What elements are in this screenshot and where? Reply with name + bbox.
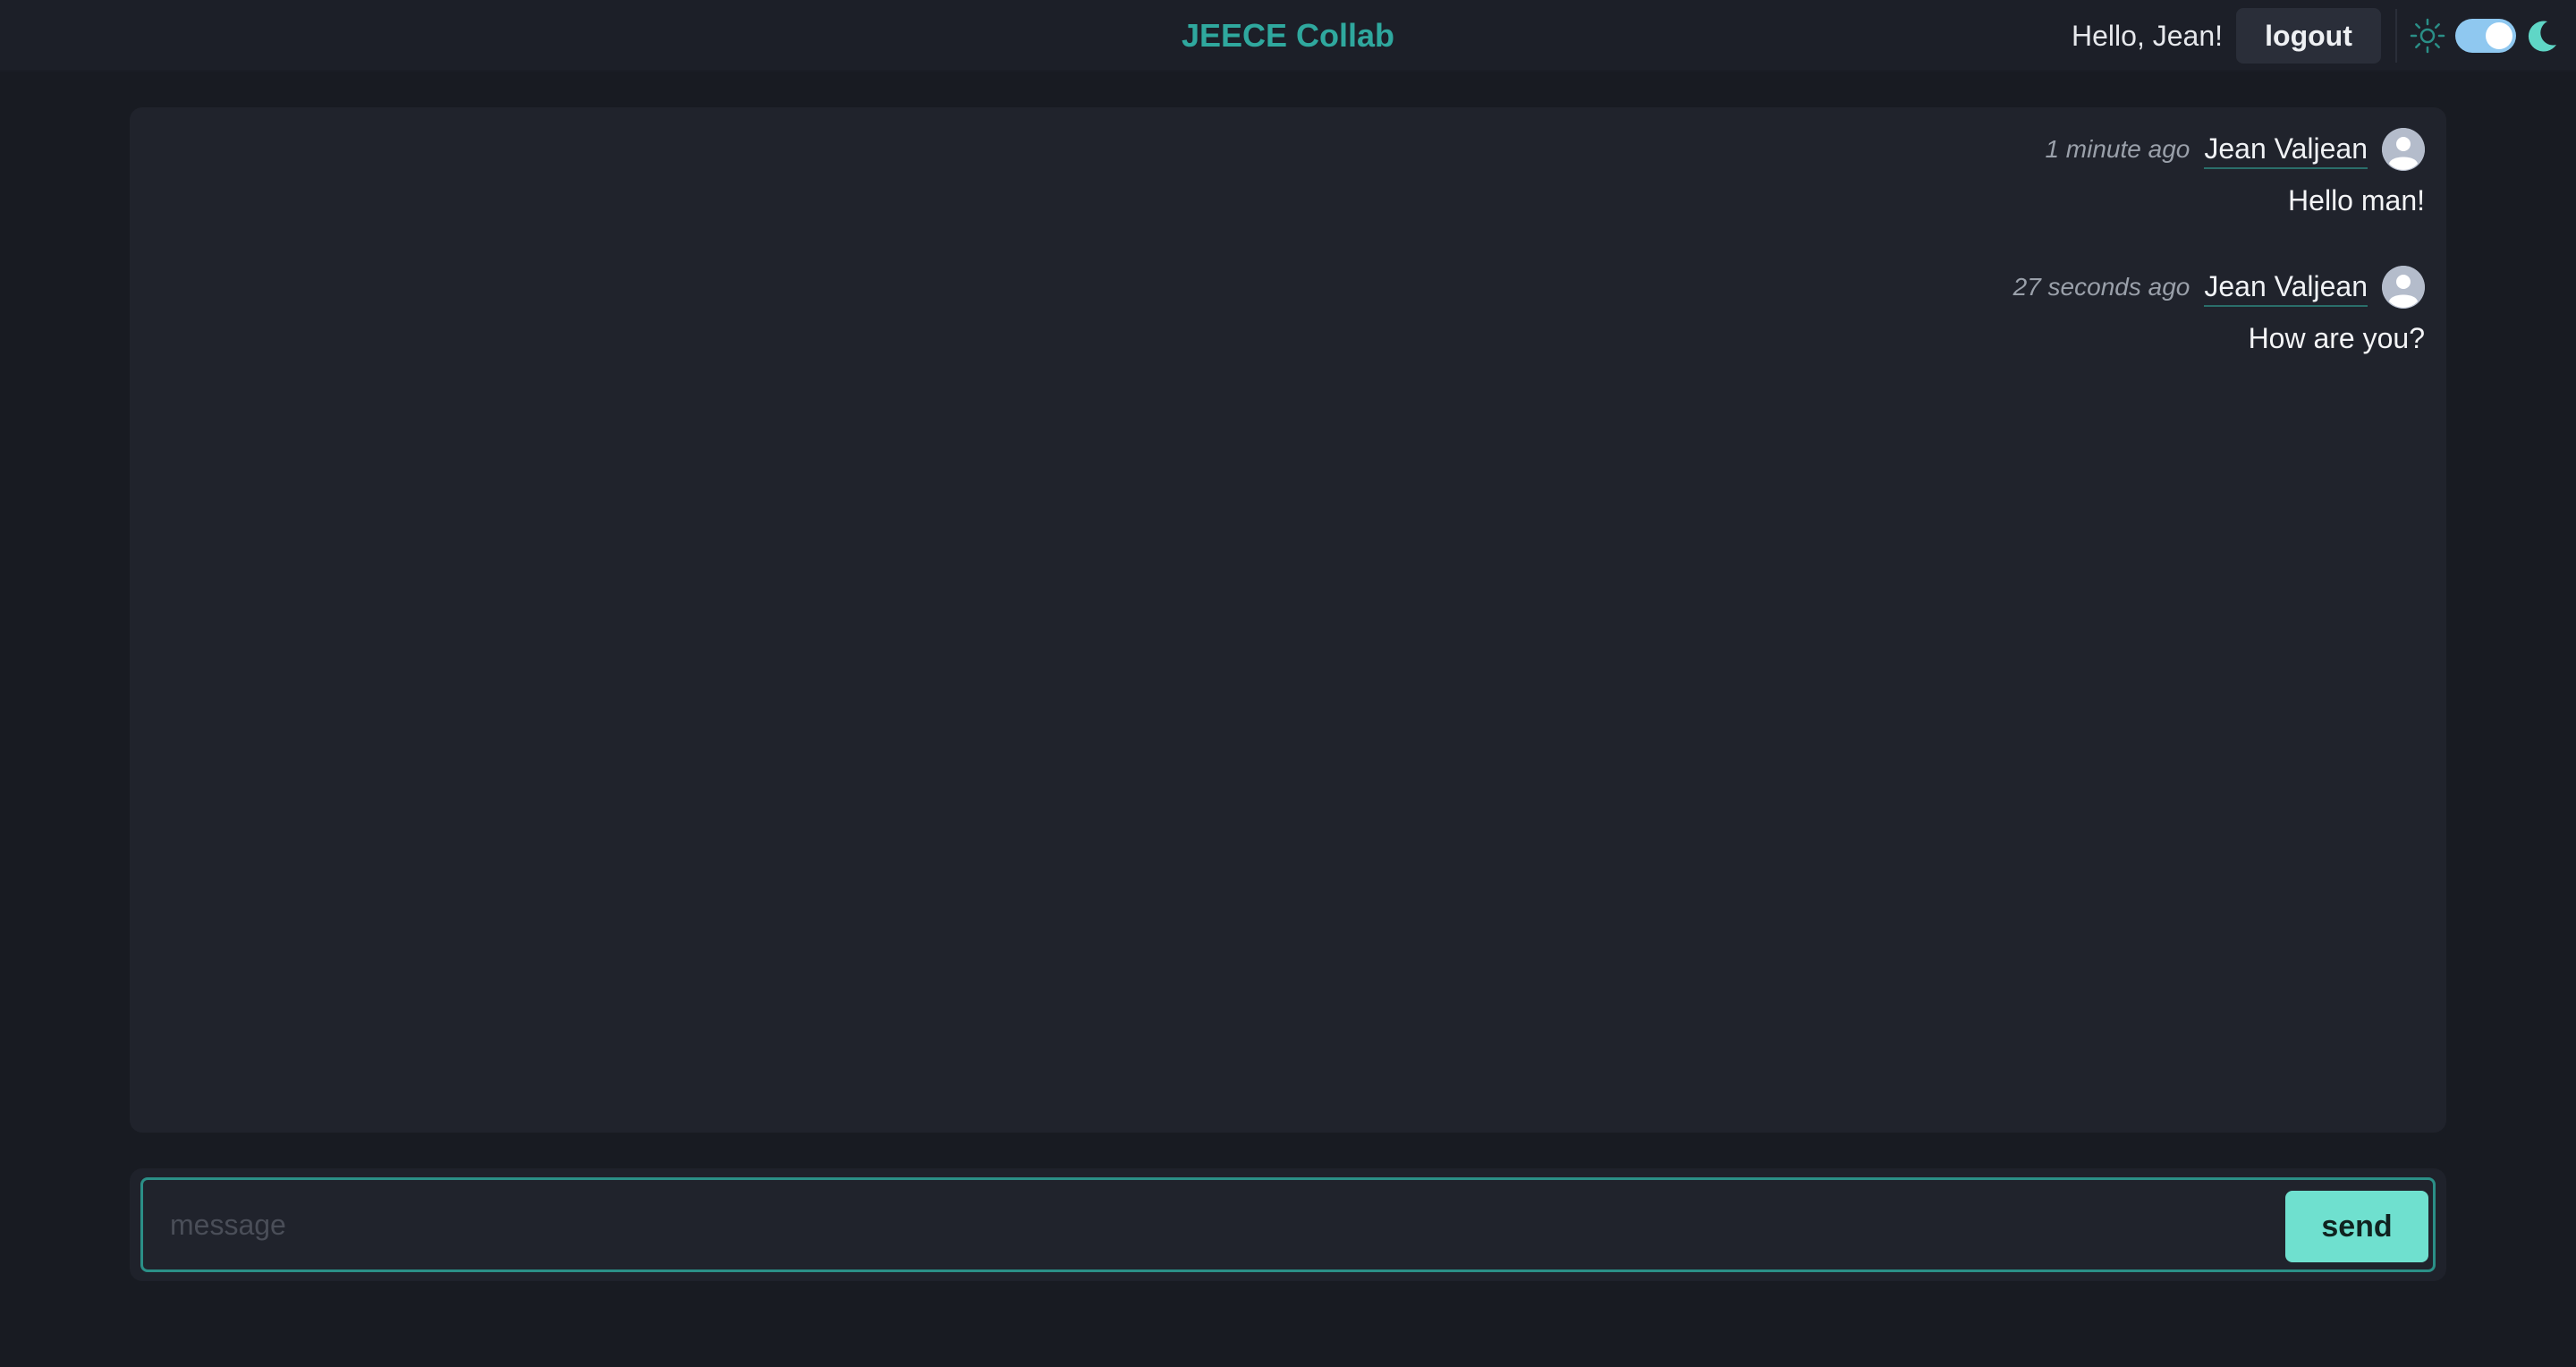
theme-toggle[interactable]	[2455, 19, 2516, 53]
top-navigation-bar: JEECE Collab Hello, Jean! logout	[0, 0, 2576, 72]
message-composer: send	[130, 1168, 2446, 1281]
logout-button[interactable]: logout	[2236, 8, 2381, 64]
header-divider	[2395, 9, 2397, 63]
user-greeting: Hello, Jean!	[2072, 20, 2223, 52]
chat-message: 1 minute ago Jean Valjean Hello man!	[1352, 127, 2425, 218]
sun-icon	[2410, 18, 2445, 54]
user-avatar-icon	[2382, 266, 2425, 309]
moon-icon	[2528, 21, 2556, 52]
app-title[interactable]: JEECE Collab	[1182, 17, 1394, 54]
message-author-link[interactable]: Jean Valjean	[2204, 267, 2368, 307]
theme-toggle-knob	[2486, 22, 2512, 49]
message-timestamp: 1 minute ago	[2045, 135, 2190, 163]
message-header: 27 seconds ago Jean Valjean	[1352, 265, 2425, 310]
user-avatar-icon	[2382, 128, 2425, 171]
message-author-link[interactable]: Jean Valjean	[2204, 130, 2368, 169]
message-input[interactable]	[170, 1180, 2245, 1269]
message-text: Hello man!	[2288, 184, 2425, 217]
message-header: 1 minute ago Jean Valjean	[1352, 127, 2425, 172]
composer-field-wrapper: send	[140, 1177, 2436, 1272]
send-button[interactable]: send	[2285, 1191, 2428, 1262]
chat-messages-panel[interactable]: 1 minute ago Jean Valjean Hello man! 27 …	[130, 107, 2446, 1133]
chat-message: 27 seconds ago Jean Valjean How are you?	[1352, 265, 2425, 356]
message-timestamp: 27 seconds ago	[2012, 273, 2190, 301]
message-text: How are you?	[2248, 322, 2425, 354]
